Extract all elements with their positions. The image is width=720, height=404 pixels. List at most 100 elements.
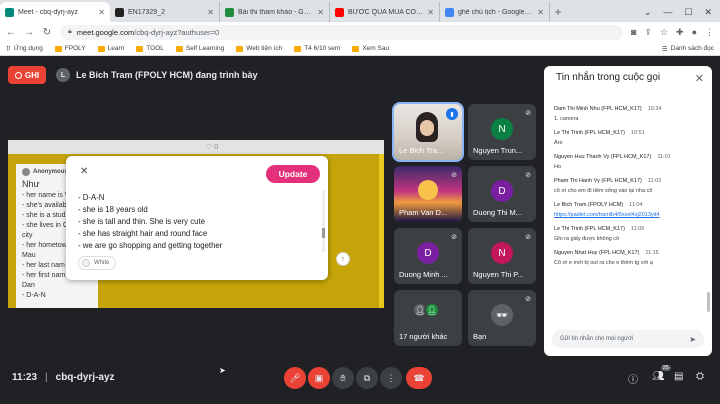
close-icon[interactable]: ✕	[317, 8, 324, 17]
microphone-button[interactable]: 🎤︎	[284, 367, 306, 389]
folder-icon	[236, 45, 244, 52]
close-icon[interactable]: ✕	[98, 8, 105, 17]
forward-icon[interactable]: →	[24, 27, 34, 38]
close-icon[interactable]: ✕	[427, 8, 434, 17]
camera-icon[interactable]: ◙	[631, 27, 636, 38]
meeting-info: 11:23 | cbq-dyrj-ayz	[12, 372, 115, 383]
participant-tile[interactable]: ⊘ Pham Van D...	[394, 166, 462, 222]
editor-scrollbar[interactable]	[322, 190, 325, 252]
info-icon[interactable]: ⓘ	[628, 371, 638, 386]
participant-tile[interactable]: ⊘ N Nguyen Thi P...	[468, 228, 536, 284]
browser-tab[interactable]: Bài thi tham khảo - Google Drive ✕	[220, 2, 330, 22]
chat-message: Le Thi Trinh (FPL HCM_K17) 10:51 Are	[554, 130, 704, 147]
new-tab-button[interactable]: +	[550, 2, 566, 22]
bookmark-item[interactable]: FPOLY	[54, 45, 86, 52]
message-text: 1. camera	[554, 116, 579, 122]
close-window-icon[interactable]: ✕	[704, 7, 712, 18]
shared-screen[interactable]: ♡ 0 Anonymous Như - her name is V - she'…	[8, 140, 384, 308]
bookmark-item[interactable]: Web tiện ích	[236, 45, 282, 52]
divider: |	[45, 372, 48, 383]
chat-icon[interactable]: ▤	[674, 371, 683, 382]
bookmark-item[interactable]: Learn	[97, 45, 124, 52]
meet-favicon-icon	[5, 7, 14, 17]
message-sender: Pham Thi Hanh Vy (FPL HCM_K17)	[554, 178, 642, 184]
folder-icon	[97, 45, 105, 52]
participant-name: Nguyen Trun...	[473, 146, 523, 155]
chat-input[interactable]: Gửi tin nhắn cho mọi người ➤	[552, 330, 704, 348]
present-icon: ⧉	[363, 372, 371, 383]
browser-tab[interactable]: Meet - cbq-dyrj-ayz ✕	[0, 2, 110, 22]
close-icon[interactable]: ✕	[80, 166, 88, 177]
puzzle-icon[interactable]: ✚	[676, 27, 684, 38]
url-host: meet.google.com	[76, 27, 135, 37]
post-editor-text[interactable]: - D-A-N - she is 18 years old - she is t…	[78, 192, 318, 252]
message-text: Ghi ra giấy được không cô	[554, 236, 620, 242]
reload-icon[interactable]: ↻	[42, 27, 52, 38]
participant-name: Le Bich Tra...	[399, 146, 444, 155]
present-button[interactable]: ⧉	[356, 367, 378, 389]
scroll-up-button[interactable]: ↑	[336, 252, 350, 266]
others-tile[interactable]: 👤︎ 👤︎ 17 người khác	[394, 290, 462, 346]
menu-icon[interactable]: ⋮	[705, 27, 714, 38]
participant-tile[interactable]: ⊘ N Nguyen Trun...	[468, 104, 536, 160]
close-icon[interactable]: ✕	[537, 8, 544, 17]
bookmark-item[interactable]: Xem Sau	[352, 45, 389, 52]
participant-name: Duong Minh ...	[399, 270, 448, 279]
participant-tile[interactable]: ⊘ D Duong Thi M...	[468, 166, 536, 222]
chevron-down-icon[interactable]: ⌄	[644, 7, 652, 18]
reading-list-button[interactable]: ☰ Danh sách đọc	[662, 45, 714, 53]
people-button[interactable]: 👥︎ 25	[652, 365, 671, 382]
chat-input-placeholder: Gửi tin nhắn cho mọi người	[560, 336, 634, 342]
minimize-icon[interactable]: —	[663, 7, 672, 17]
profile-icon[interactable]: ●	[692, 27, 697, 38]
more-icon: ⋮	[386, 372, 396, 383]
close-icon[interactable]: ✕	[695, 72, 704, 85]
bookmark-item[interactable]: Self Learning	[175, 45, 224, 52]
bookmark-item[interactable]: ⠿ Ứng dụng	[6, 45, 43, 53]
browser-tab-strip: Meet - cbq-dyrj-ayz ✕ EN17329_2 ✕ Bài th…	[0, 0, 720, 22]
browser-tab[interactable]: BƯỚC QUA MÙA CÔ ĐƠN | VŨ ✕	[330, 2, 440, 22]
browser-tab[interactable]: EN17329_2 ✕	[110, 2, 220, 22]
chat-message: Nguyen Huu Thanh Vy (FPL HCM_K17) 11:01 H…	[554, 154, 704, 171]
shared-screen-toolbar	[8, 140, 384, 154]
leave-call-button[interactable]: ☎︎	[406, 367, 432, 389]
chat-message: Dam Thi Minh Nhu (FPL HCM_K17) 10:34 1. c…	[554, 106, 704, 123]
message-sender: Nguyen Huu Thanh Vy (FPL HCM_K17)	[554, 154, 652, 160]
participant-face	[416, 112, 438, 142]
activities-icon[interactable]: ⛭	[696, 371, 704, 382]
raise-hand-button[interactable]: ✋︎	[332, 367, 354, 389]
mic-off-icon: ⊘	[525, 296, 531, 303]
browser-tab[interactable]: ghế chủ tịch - Google Tìm kiếm ✕	[440, 2, 550, 22]
send-icon[interactable]: ➤	[689, 335, 696, 344]
star-icon[interactable]: ☆	[660, 27, 668, 38]
participant-avatar: D	[417, 242, 439, 264]
more-options-button[interactable]: ⋮	[380, 367, 402, 389]
participant-tile[interactable]: ⊘ D Duong Minh ...	[394, 228, 462, 284]
reading-list-icon: ☰	[661, 45, 668, 53]
maximize-icon[interactable]: ☐	[684, 7, 692, 18]
update-button[interactable]: Update	[266, 165, 320, 183]
doc-favicon-icon	[115, 7, 124, 17]
share-icon[interactable]: ⇪	[644, 27, 652, 38]
participant-name: Bạn	[473, 332, 487, 341]
bookmark-item[interactable]: T4 6/10 sem	[294, 45, 340, 52]
shared-scrollbar[interactable]	[379, 154, 384, 308]
message-link[interactable]: https://padlet.com/tramlb4/6xxel4sj2013y…	[554, 211, 704, 219]
close-icon[interactable]: ✕	[207, 8, 214, 17]
reading-list-label: Danh sách đọc	[670, 45, 714, 52]
bookmark-label: T4 6/10 sem	[304, 45, 341, 52]
self-tile[interactable]: ⊘ 🕶︎ Bạn	[468, 290, 536, 346]
url-input[interactable]: 🔒︎ meet.google.com/cbq-dyrj-ayz?authuser…	[60, 24, 623, 40]
participant-tile[interactable]: ▮ Le Bich Tra...	[392, 102, 464, 162]
meeting-code: cbq-dyrj-ayz	[55, 372, 115, 383]
camera-button[interactable]: ▣	[308, 367, 330, 389]
bookmark-item[interactable]: TOOL	[136, 45, 164, 52]
chat-panel: Tin nhắn trong cuộc gọi ✕ Dam Thi Minh N…	[544, 66, 712, 356]
chat-scrollbar[interactable]	[707, 292, 710, 312]
message-text: Cô ơi e mới bị out ra cho e thêm tg với …	[554, 260, 653, 266]
back-icon[interactable]: ←	[6, 27, 16, 38]
window-controls: ⌄ — ☐ ✕	[636, 2, 720, 22]
address-bar: ← → ↻ 🔒︎ meet.google.com/cbq-dyrj-ayz?au…	[0, 22, 720, 42]
message-time: 10:51	[630, 130, 645, 136]
color-selector[interactable]: White	[78, 256, 117, 270]
